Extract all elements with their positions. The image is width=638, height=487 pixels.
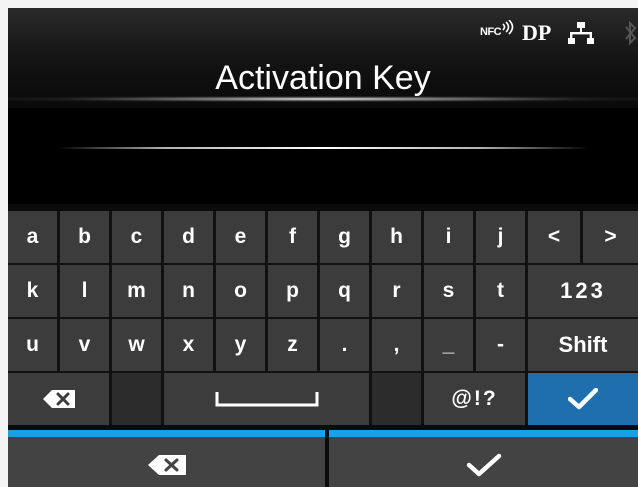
key-g[interactable]: g (320, 211, 369, 263)
delete-button[interactable] (8, 430, 325, 487)
key-a[interactable]: a (8, 211, 57, 263)
key-y[interactable]: y (216, 319, 265, 371)
input-area (8, 108, 638, 204)
button-accent (8, 430, 325, 437)
numeric-mode-key[interactable]: 123 (528, 265, 638, 317)
key-n[interactable]: n (164, 265, 213, 317)
cursor-right-key[interactable]: > (583, 211, 638, 263)
ok-button[interactable] (329, 430, 638, 487)
space-bar-icon (215, 392, 318, 407)
key-r[interactable]: r (372, 265, 421, 317)
key-h[interactable]: h (372, 211, 421, 263)
key-u[interactable]: u (8, 319, 57, 371)
on-screen-keyboard: a b c d e f g h i j < > k l m n o p q r … (8, 211, 638, 425)
bluetooth-icon (625, 20, 637, 46)
key-z[interactable]: z (268, 319, 317, 371)
key-w[interactable]: w (112, 319, 161, 371)
key-b[interactable]: b (60, 211, 109, 263)
header-bar: NFC DP Activation Key (8, 8, 638, 100)
backspace-icon (42, 390, 75, 408)
key-k[interactable]: k (8, 265, 57, 317)
dp-status-label: DP (522, 20, 552, 45)
symbols-key[interactable]: @!? (424, 373, 525, 425)
nfc-label: NFC (480, 26, 502, 38)
key-l[interactable]: l (60, 265, 109, 317)
backspace-key[interactable] (8, 373, 109, 425)
key-i[interactable]: i (424, 211, 473, 263)
checkmark-icon (568, 388, 598, 410)
shift-key[interactable]: Shift (528, 319, 638, 371)
confirm-key[interactable] (528, 373, 638, 425)
space-key[interactable] (164, 373, 369, 425)
cursor-left-key[interactable]: < (528, 211, 580, 263)
key-x[interactable]: x (164, 319, 213, 371)
key-comma[interactable]: , (372, 319, 421, 371)
checkmark-icon (466, 453, 501, 476)
key-m[interactable]: m (112, 265, 161, 317)
key-v[interactable]: v (60, 319, 109, 371)
button-accent (329, 430, 638, 437)
lan-icon (568, 22, 594, 44)
nfc-icon (502, 20, 514, 35)
key-p[interactable]: p (268, 265, 317, 317)
bottom-action-bar (8, 430, 638, 487)
key-period[interactable]: . (320, 319, 369, 371)
key-t[interactable]: t (476, 265, 525, 317)
blank-key (112, 373, 161, 425)
key-o[interactable]: o (216, 265, 265, 317)
key-hyphen[interactable]: - (476, 319, 525, 371)
key-s[interactable]: s (424, 265, 473, 317)
key-q[interactable]: q (320, 265, 369, 317)
key-f[interactable]: f (268, 211, 317, 263)
backspace-icon (147, 454, 186, 475)
key-underscore[interactable]: _ (424, 319, 473, 371)
printer-screen: NFC DP Activation Key a b c d e f g h i … (8, 8, 638, 487)
key-c[interactable]: c (112, 211, 161, 263)
key-j[interactable]: j (476, 211, 525, 263)
page-title: Activation Key (215, 59, 431, 97)
blank-key (372, 373, 421, 425)
key-e[interactable]: e (216, 211, 265, 263)
activation-key-input[interactable] (8, 108, 638, 146)
input-underline (58, 147, 588, 149)
key-d[interactable]: d (164, 211, 213, 263)
header-divider (8, 96, 638, 102)
